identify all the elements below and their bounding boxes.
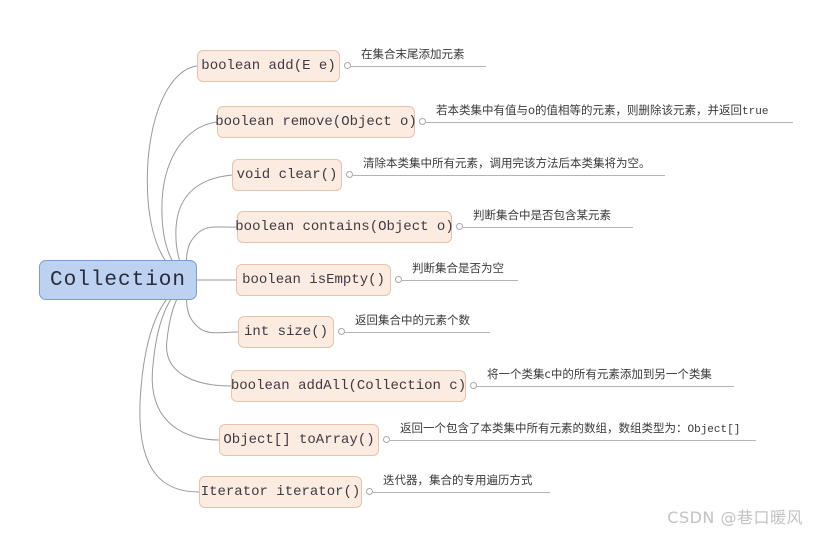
method-node-label: boolean add(E e) (201, 58, 336, 74)
description-text: 迭代器，集合的专用遍历方式 (383, 473, 533, 487)
description-remove: 若本类集中有值与o的值相等的元素，则删除该元素，并返回true (426, 103, 793, 123)
method-node-isEmpty[interactable]: boolean isEmpty() (236, 264, 391, 296)
root-node-label: Collection (49, 268, 187, 292)
method-node-label: void clear() (236, 167, 338, 183)
method-node-label: boolean contains(Object o) (235, 219, 454, 235)
description-text: 若本类集中有值与o的值相等的元素，则删除该元素，并返回 (436, 103, 743, 117)
description-isEmpty: 判断集合是否为空 (402, 261, 518, 281)
method-node-label: boolean addAll(Collection c) (230, 378, 467, 394)
link-to-iterator (139, 279, 200, 493)
method-node-addAll[interactable]: boolean addAll(Collection c) (231, 370, 466, 402)
method-node-label: Iterator iterator() (200, 484, 361, 500)
method-node-label: boolean isEmpty() (242, 272, 385, 288)
node-dot-contains (456, 223, 463, 230)
description-addAll: 将一个类集c中的所有元素添加到另一个类集 (477, 367, 734, 387)
method-node-clear[interactable]: void clear() (232, 159, 342, 191)
description-suffix: Object[] (687, 424, 741, 436)
method-node-label: int size() (244, 324, 329, 340)
method-node-label: Object[] toArray() (223, 432, 375, 448)
description-contains: 判断集合中是否包含某元素 (463, 208, 633, 228)
node-dot-iterator (366, 488, 373, 495)
link-to-remove (161, 121, 218, 281)
description-size: 返回集合中的元素个数 (345, 313, 490, 333)
description-toArray: 返回一个包含了本类集中所有元素的数组，数组类型为：Object[] (390, 421, 756, 441)
node-dot-remove (419, 118, 426, 125)
watermark: CSDN @巷口暖风 (667, 508, 803, 527)
description-iterator: 迭代器，集合的专用遍历方式 (373, 473, 550, 493)
description-text: 判断集合是否为空 (412, 261, 504, 275)
node-dot-clear (346, 171, 353, 178)
method-node-add[interactable]: boolean add(E e) (197, 50, 340, 82)
link-to-toArray (151, 279, 220, 441)
description-text: 在集合末尾添加元素 (361, 47, 465, 61)
method-node-iterator[interactable]: Iterator iterator() (199, 476, 362, 508)
description-text: 清除本类集中所有元素，调用完该方法后本类集将为空。 (363, 156, 651, 170)
method-node-label: boolean remove(Object o) (215, 114, 417, 130)
description-clear: 清除本类集中所有元素，调用完该方法后本类集将为空。 (353, 156, 665, 176)
description-text: 将一个类集c中的所有元素添加到另一个类集 (487, 367, 712, 381)
description-suffix: true (742, 106, 769, 118)
node-dot-toArray (383, 436, 390, 443)
method-node-toArray[interactable]: Object[] toArray() (219, 424, 379, 456)
description-text: 判断集合中是否包含某元素 (473, 208, 611, 222)
node-dot-add (344, 62, 351, 69)
description-add: 在集合末尾添加元素 (351, 47, 486, 67)
root-node-collection[interactable]: Collection (39, 260, 197, 300)
node-dot-addAll (470, 382, 477, 389)
method-node-size[interactable]: int size() (238, 316, 334, 348)
description-text: 返回一个包含了本类集中所有元素的数组，数组类型为： (400, 421, 688, 435)
link-to-add (146, 65, 198, 281)
method-node-contains[interactable]: boolean contains(Object o) (235, 211, 454, 243)
description-text: 返回集合中的元素个数 (355, 313, 470, 327)
node-dot-isEmpty (395, 276, 402, 283)
method-node-remove[interactable]: boolean remove(Object o) (215, 106, 417, 138)
mindmap-canvas: Collection boolean add(E e) 在集合末尾添加元素 bo… (0, 0, 817, 534)
node-dot-size (338, 328, 345, 335)
